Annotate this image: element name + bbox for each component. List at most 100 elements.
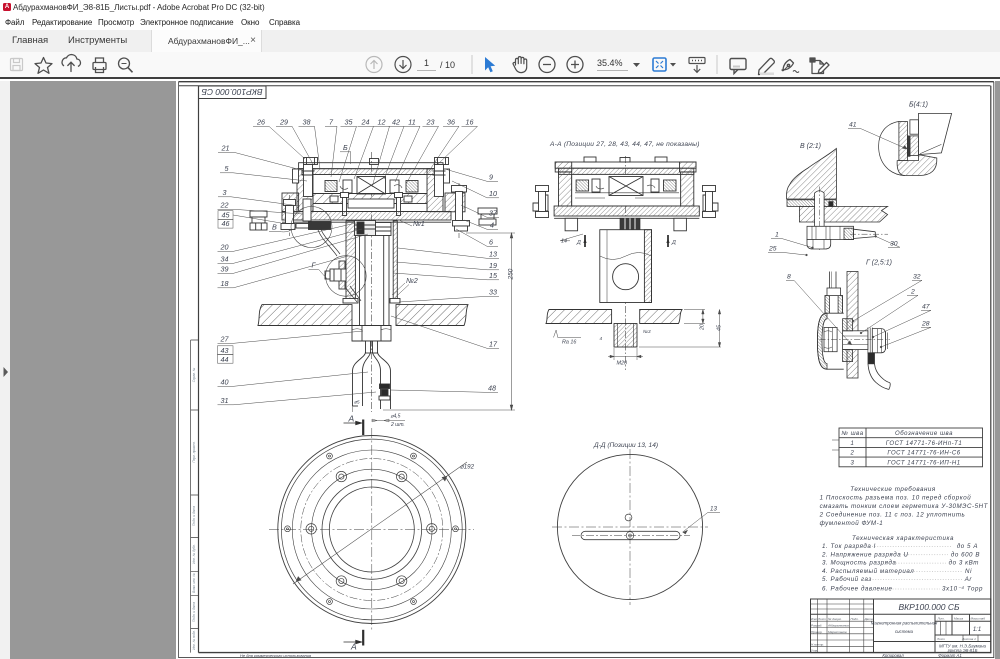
svg-text:Б(4:1): Б(4:1)	[909, 102, 928, 109]
svg-text:Г (2,5:1): Г (2,5:1)	[866, 260, 892, 267]
svg-text:2: 2	[910, 289, 915, 296]
svg-text:46: 46	[222, 219, 230, 228]
svg-text:2. Напряжение разряда U: 2. Напряжение разряда U	[821, 551, 909, 558]
svg-text:23: 23	[426, 118, 435, 127]
svg-text:Инв. № подл.: Инв. № подл.	[192, 630, 196, 650]
svg-text:В (2:1): В (2:1)	[800, 143, 821, 150]
svg-text:8: 8	[787, 274, 791, 281]
svg-text:35: 35	[345, 118, 354, 127]
svg-text:Лит.: Лит.	[937, 617, 945, 621]
svg-text:Ar: Ar	[964, 576, 973, 583]
svg-text:30: 30	[890, 241, 898, 248]
svg-text:5. Рабочий газ: 5. Рабочий газ	[822, 576, 872, 583]
svg-text:6. Рабочее давление: 6. Рабочее давление	[822, 586, 892, 593]
svg-text:фумлентой ФУМ-1: фумлентой ФУМ-1	[820, 520, 884, 527]
svg-text:Марахтанов: Марахтанов	[828, 630, 847, 634]
svg-text:13: 13	[489, 250, 497, 259]
svg-text:Н.контр.: Н.контр.	[811, 642, 824, 646]
svg-text:27: 27	[220, 335, 230, 344]
svg-text:24: 24	[361, 118, 370, 127]
svg-text:В: В	[272, 223, 277, 232]
svg-text:31: 31	[221, 396, 229, 405]
svg-text:21: 21	[221, 144, 230, 153]
svg-text:Технические требования: Технические требования	[850, 486, 936, 493]
svg-text:1 Плоскость разъема поз. 10 пе: 1 Плоскость разъема поз. 10 перед сборко…	[820, 495, 972, 502]
svg-text:13: 13	[710, 506, 717, 513]
svg-text:⌀192: ⌀192	[460, 464, 475, 471]
svg-text:А: А	[350, 642, 357, 652]
svg-text:32: 32	[913, 274, 921, 281]
svg-text:система: система	[895, 629, 914, 634]
svg-text:44: 44	[221, 355, 229, 364]
svg-text:ГОСТ 14771-76-ИП-Н1: ГОСТ 14771-76-ИП-Н1	[887, 460, 960, 466]
svg-text:22: 22	[220, 201, 229, 210]
svg-text:2 Соединение поз. 11 с поз. 12: 2 Соединение поз. 11 с поз. 12 уплотнить	[819, 512, 966, 519]
svg-text:Изм: Изм	[811, 617, 818, 621]
svg-text:до 5 А: до 5 А	[957, 543, 978, 550]
svg-text:3. Мощность разряда: 3. Мощность разряда	[822, 560, 896, 567]
svg-text:12: 12	[378, 118, 386, 127]
svg-text:Копировал: Копировал	[882, 653, 904, 658]
svg-text:Д: Д	[671, 240, 676, 246]
svg-text:Провер.: Провер.	[811, 630, 823, 634]
svg-text:20: 20	[700, 324, 706, 331]
svg-text:М20: М20	[617, 361, 628, 367]
svg-text:до 3 кВт: до 3 кВт	[949, 560, 979, 567]
svg-text:ГОСТ 14771-76-ИН-С6: ГОСТ 14771-76-ИН-С6	[887, 451, 960, 457]
svg-text:39: 39	[221, 265, 229, 274]
svg-text:2: 2	[850, 451, 855, 457]
svg-text:33: 33	[489, 288, 497, 297]
svg-text:А: А	[348, 414, 355, 424]
svg-text:Ni: Ni	[965, 568, 972, 575]
svg-text:Масштаб: Масштаб	[971, 617, 986, 621]
svg-text:25: 25	[768, 246, 777, 253]
svg-text:1: 1	[775, 232, 779, 239]
svg-text:ГОСТ 14771-76-ИНп-Т1: ГОСТ 14771-76-ИНп-Т1	[886, 441, 962, 447]
svg-text:№3: №3	[643, 329, 651, 334]
svg-text:9: 9	[489, 173, 493, 182]
svg-text:4: 4	[600, 336, 603, 341]
svg-text:3: 3	[223, 188, 227, 197]
svg-text:19: 19	[489, 261, 497, 270]
svg-text:2 шт.: 2 шт.	[390, 422, 405, 428]
svg-text:1:1: 1:1	[973, 627, 981, 633]
svg-text:17: 17	[489, 340, 498, 349]
svg-text:Масса: Масса	[954, 617, 963, 621]
svg-text:3: 3	[851, 460, 855, 466]
svg-text:43: 43	[221, 346, 229, 355]
svg-text:Формат А1: Формат А1	[938, 653, 962, 658]
svg-text:до 600 В: до 600 В	[951, 551, 980, 558]
svg-text:Ra 16: Ra 16	[562, 340, 576, 346]
svg-text:11: 11	[408, 118, 415, 127]
svg-text:37: 37	[489, 209, 498, 218]
svg-text:№1: №1	[413, 219, 425, 228]
svg-text:Б: Б	[343, 143, 348, 152]
svg-text:Лист: Лист	[817, 617, 826, 621]
svg-text:Подп. и дата: Подп. и дата	[192, 506, 196, 526]
svg-text:34: 34	[221, 255, 229, 264]
svg-text:36: 36	[447, 118, 455, 127]
svg-text:16: 16	[466, 118, 474, 127]
svg-text:Техническая характеристика: Техническая характеристика	[852, 535, 954, 542]
svg-text:4: 4	[490, 221, 494, 230]
svg-text:38: 38	[303, 118, 311, 127]
svg-text:6: 6	[489, 238, 493, 247]
svg-text:4. Распыляемый материал: 4. Распыляемый материал	[822, 568, 914, 575]
svg-text:Взам. инв. №: Взам. инв. №	[192, 573, 196, 593]
svg-text:18: 18	[221, 279, 229, 288]
svg-text:Инв. № дубл.: Инв. № дубл.	[192, 544, 196, 564]
svg-text:ВКР100.000 СБ: ВКР100.000 СБ	[201, 87, 263, 97]
svg-text:Утв.: Утв.	[811, 649, 818, 653]
svg-text:3х10⁻⁴ Торр: 3х10⁻⁴ Торр	[942, 586, 983, 593]
svg-text:смазать тонким слоем герметика: смазать тонким слоем герметика У-30МЭС-5…	[820, 503, 989, 510]
svg-text:Подп.: Подп.	[851, 617, 859, 621]
svg-text:ВКР100.000 СБ: ВКР100.000 СБ	[898, 602, 960, 612]
svg-text:Магнетронная распылительная: Магнетронная распылительная	[871, 621, 938, 626]
svg-text:⌀5: ⌀5	[354, 400, 360, 406]
svg-text:Подп. и дата: Подп. и дата	[192, 602, 196, 622]
svg-text:1: 1	[851, 441, 855, 447]
svg-text:28: 28	[921, 321, 930, 328]
svg-text:1. Ток разряда I: 1. Ток разряда I	[822, 543, 876, 550]
svg-text:41: 41	[849, 122, 857, 129]
svg-text:Справ. №: Справ. №	[192, 367, 196, 382]
